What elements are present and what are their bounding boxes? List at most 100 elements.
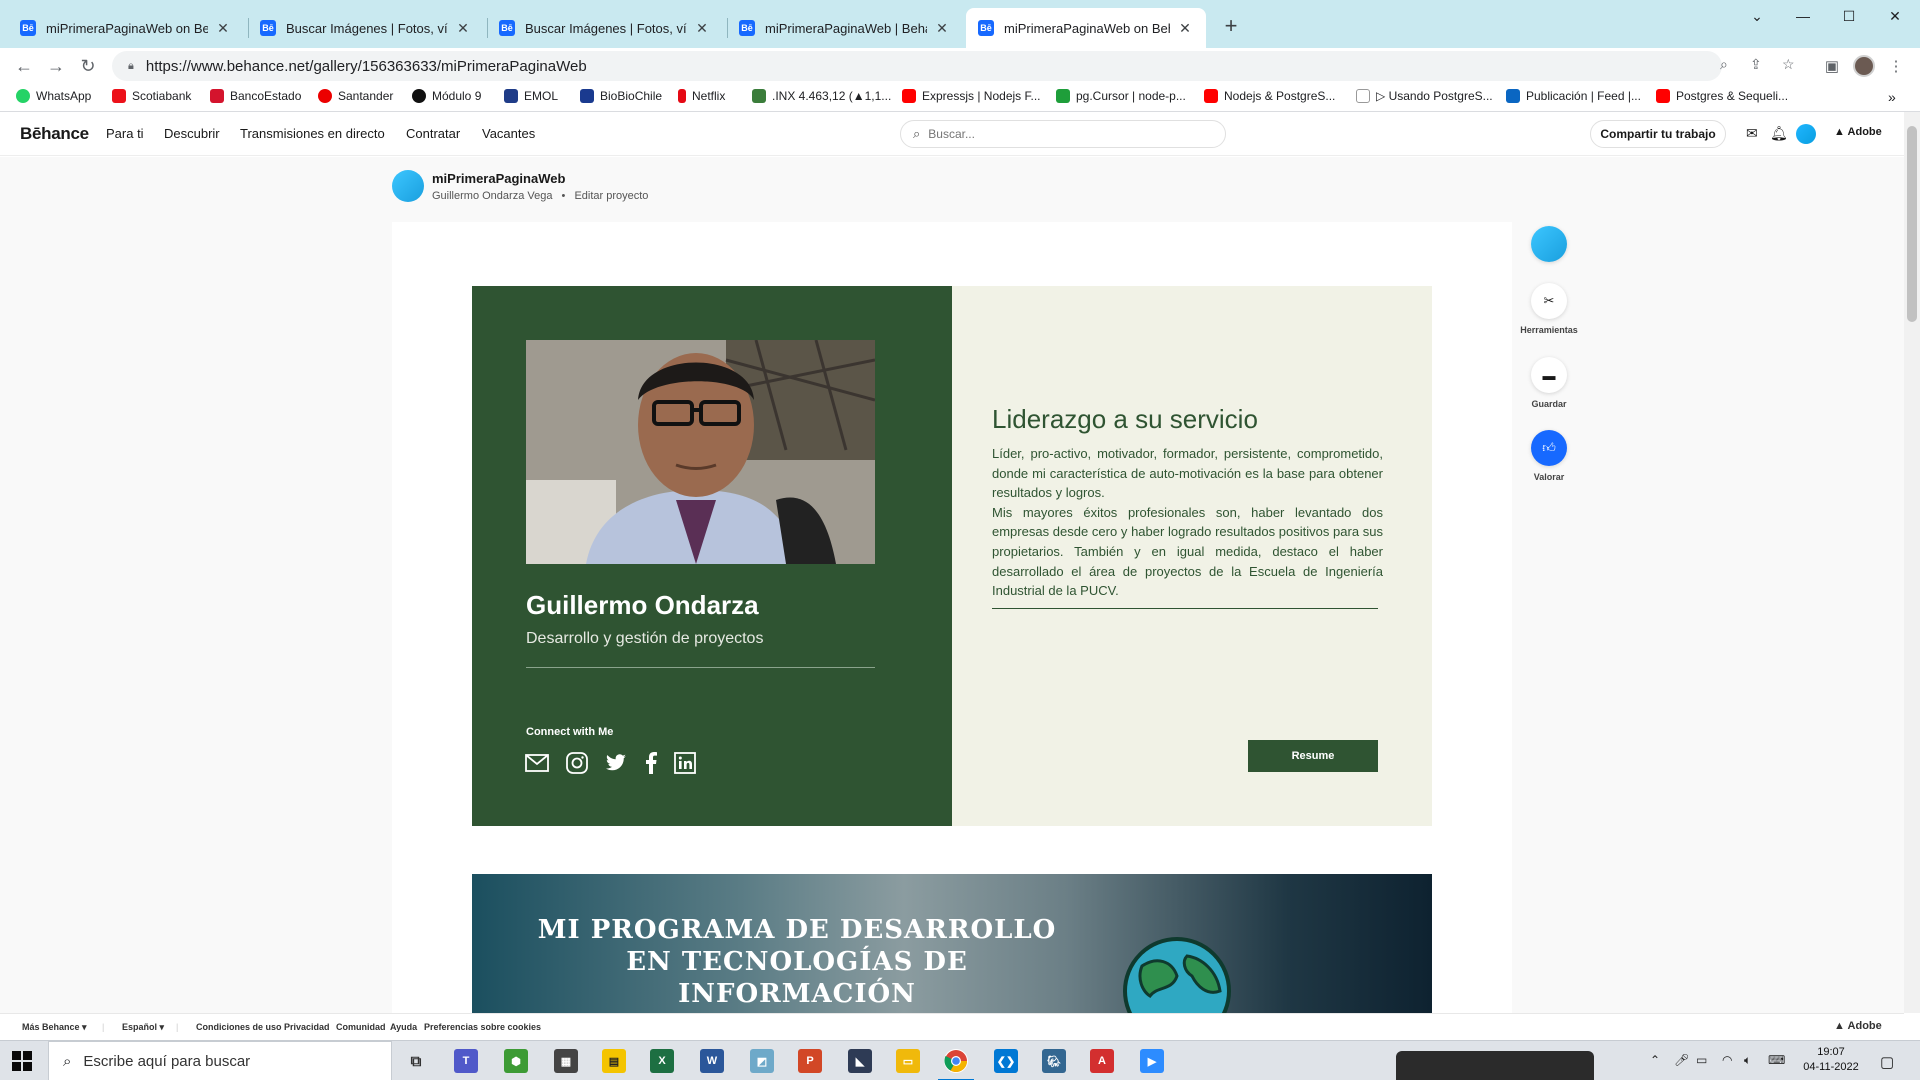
lock-icon[interactable]: 🔒︎ [128, 60, 134, 73]
chrome-icon[interactable] [938, 1049, 974, 1080]
close-tab-icon[interactable]: ✕ [1176, 19, 1194, 37]
messages-icon[interactable]: ✉ [1746, 125, 1758, 142]
powerpoint-icon[interactable]: P [798, 1049, 822, 1073]
footer-more-behance[interactable]: Más Behance ▾ [22, 1022, 87, 1033]
teams-icon[interactable]: T [454, 1049, 478, 1073]
nav-vacantes[interactable]: Vacantes [482, 126, 535, 141]
browser-tab[interactable]: Bē Buscar Imágenes | Fotos, vídeos, ✕ [487, 8, 723, 48]
close-window-button[interactable]: ✕ [1872, 0, 1918, 32]
zoom-icon[interactable]: ▶ [1140, 1049, 1164, 1073]
bookmark-modulo9[interactable]: Módulo 9 [412, 89, 481, 103]
keyboard-icon[interactable]: ⌨ [1768, 1053, 1785, 1067]
footer-language[interactable]: Español ▾ [122, 1022, 164, 1033]
sticky-notes-icon[interactable]: ▤ [602, 1049, 626, 1073]
show-hidden-icons-chevron[interactable]: ⌃ [1650, 1053, 1660, 1067]
owner-name-link[interactable]: Guillermo Ondarza Vega [432, 190, 552, 202]
menu-kebab-icon[interactable]: ⋮ [1884, 54, 1908, 78]
calculator-icon[interactable]: ▦ [554, 1049, 578, 1073]
bookmark-biobiochile[interactable]: BioBioChile [580, 89, 662, 103]
resume-button[interactable]: Resume [1248, 740, 1378, 772]
reload-button[interactable]: ↻ [74, 52, 102, 80]
bookmarks-overflow-icon[interactable]: » [1888, 89, 1896, 105]
behance-search[interactable]: ⌕ [900, 120, 1226, 148]
nav-contratar[interactable]: Contratar [406, 126, 460, 141]
battery-icon[interactable]: ▭ [1696, 1053, 1707, 1067]
browser-tab[interactable]: Bē Buscar Imágenes | Fotos, vídeos, ✕ [248, 8, 484, 48]
notifications-bell-icon[interactable]: 🔔︎ [1770, 125, 1788, 142]
edit-project-link[interactable]: Editar proyecto [574, 190, 648, 202]
bookmark-star-icon[interactable]: ☆ [1782, 56, 1795, 73]
footer-link-community[interactable]: Comunidad [336, 1022, 386, 1032]
photos-icon[interactable]: ◩ [750, 1049, 774, 1073]
volume-icon[interactable]: 🔈︎ [1744, 1053, 1751, 1068]
bookmark-usando-postgres[interactable]: ▷ Usando PostgreS... [1356, 89, 1493, 103]
twitter-icon[interactable] [603, 750, 629, 776]
word-icon[interactable]: W [700, 1049, 724, 1073]
bookmark-postgres-sequelize[interactable]: Postgres & Sequeli... [1656, 89, 1788, 103]
rail-tools[interactable]: ✂ Herramientas [1518, 283, 1580, 335]
close-tab-icon[interactable]: ✕ [454, 19, 472, 37]
address-bar[interactable]: 🔒︎ https://www.behance.net/gallery/15636… [112, 51, 1722, 81]
bookmark-nodejs-postgres[interactable]: Nodejs & PostgreS... [1204, 89, 1335, 103]
footer-link-privacy[interactable]: Privacidad [284, 1022, 330, 1032]
excel-icon[interactable]: X [650, 1049, 674, 1073]
bookmark-santander[interactable]: Santander [318, 89, 393, 103]
taskbar-search[interactable]: ⌕ Escribe aquí para buscar [48, 1041, 392, 1080]
bookmark-whatsapp[interactable]: WhatsApp [16, 89, 91, 103]
back-button[interactable]: ← [10, 52, 38, 80]
close-tab-icon[interactable]: ✕ [693, 19, 711, 37]
browser-tab[interactable]: Bē miPrimeraPaginaWeb on Behance ✕ [8, 8, 244, 48]
rail-save[interactable]: ▬ Guardar [1518, 357, 1580, 409]
page-scrollbar[interactable] [1904, 112, 1920, 1013]
instagram-icon[interactable] [564, 750, 590, 776]
browser-tab-active[interactable]: Bē miPrimeraPaginaWeb on Behance ✕ [966, 8, 1206, 48]
adobe-link[interactable]: ▲ Adobe [1834, 126, 1882, 138]
rail-appreciate[interactable]: 👍︎ Valorar [1518, 430, 1580, 482]
side-panel-icon[interactable]: ▣ [1820, 54, 1844, 78]
close-tab-icon[interactable]: ✕ [933, 19, 951, 37]
footer-adobe[interactable]: ▲ Adobe [1834, 1020, 1882, 1032]
new-tab-button[interactable]: + [1217, 12, 1245, 40]
bookmark-netflix[interactable]: Netflix [678, 89, 725, 103]
bookmark-expressjs[interactable]: Expressjs | Nodejs F... [902, 89, 1041, 103]
rail-owner[interactable] [1518, 226, 1580, 262]
footer-link-cookies[interactable]: Preferencias sobre cookies [424, 1022, 541, 1032]
task-view-icon[interactable]: ⧉ [404, 1049, 428, 1073]
footer-link-help[interactable]: Ayuda [390, 1022, 417, 1032]
acrobat-icon[interactable]: A [1090, 1049, 1114, 1073]
wifi-icon[interactable]: ◠ [1722, 1053, 1732, 1067]
bookmark-inx[interactable]: .INX 4.463,12 (▲1,1... [752, 89, 891, 103]
vscode-icon[interactable]: ❮❯ [994, 1049, 1018, 1073]
browser-tab[interactable]: Bē miPrimeraPaginaWeb | Behance ✕ [727, 8, 963, 48]
mail-icon[interactable] [524, 750, 550, 776]
clock[interactable]: 19:07 04-11-2022 [1796, 1045, 1866, 1075]
facebook-icon[interactable] [638, 750, 664, 776]
bookmark-emol[interactable]: EMOL [504, 89, 558, 103]
bookmark-bancoestado[interactable]: BancoEstado [210, 89, 301, 103]
owner-avatar[interactable] [392, 170, 424, 202]
app-icon[interactable]: ◣ [848, 1049, 872, 1073]
nodejs-icon[interactable]: ⬢ [504, 1049, 528, 1073]
meeting-controls-popup[interactable] [1396, 1051, 1594, 1080]
behance-logo[interactable]: Bēhance [20, 124, 89, 144]
footer-link-terms[interactable]: Condiciones de uso [196, 1022, 282, 1032]
linkedin-icon[interactable] [672, 750, 698, 776]
search-input[interactable] [928, 127, 1189, 141]
user-avatar[interactable] [1796, 124, 1816, 144]
minimize-button[interactable]: — [1780, 0, 1826, 32]
tab-search-chevron-icon[interactable]: ⌄ [1734, 0, 1780, 32]
nav-transmisiones[interactable]: Transmisiones en directo [240, 126, 385, 141]
forward-button[interactable]: → [42, 52, 70, 80]
notifications-icon[interactable]: ▢ [1880, 1053, 1894, 1071]
bookmark-scotiabank[interactable]: Scotiabank [112, 89, 191, 103]
nav-descubrir[interactable]: Descubrir [164, 126, 220, 141]
share-work-button[interactable]: Compartir tu trabajo [1590, 120, 1726, 148]
close-tab-icon[interactable]: ✕ [214, 19, 232, 37]
windows-start-icon[interactable] [12, 1051, 32, 1071]
postgres-icon[interactable]: 🐘︎ [1042, 1049, 1066, 1073]
bookmark-pgcursor[interactable]: pg.Cursor | node-p... [1056, 89, 1186, 103]
profile-button[interactable] [1852, 54, 1876, 78]
zoom-icon[interactable]: ⌕ [1720, 56, 1728, 73]
share-icon[interactable]: ⇪ [1750, 56, 1762, 73]
microphone-icon[interactable]: 🎤︎ [1674, 1053, 1689, 1067]
